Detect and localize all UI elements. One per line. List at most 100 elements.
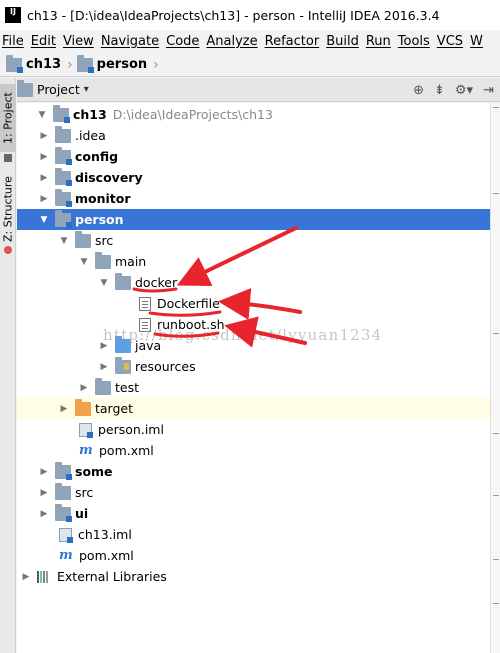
breadcrumb: ch13 › person › <box>0 53 500 77</box>
tree-item-root-pom[interactable]: m pom.xml <box>17 545 490 566</box>
module-file-icon <box>79 422 93 438</box>
menu-code[interactable]: Code <box>164 34 204 49</box>
folder-icon <box>55 125 71 143</box>
maven-icon: m <box>79 442 93 458</box>
gear-icon[interactable]: ⚙▾ <box>455 83 473 98</box>
expand-right-icon[interactable]: ▶ <box>39 488 49 498</box>
expand-right-icon[interactable]: ▶ <box>21 572 31 582</box>
tree-item-idea[interactable]: ▶ .idea <box>17 125 490 146</box>
tree-item-target[interactable]: ▶ target <box>17 398 490 419</box>
expand-right-icon[interactable]: ▶ <box>39 131 49 141</box>
menu-file[interactable]: File <box>0 34 29 49</box>
text-file-icon <box>139 296 151 311</box>
tree-item-label: Dockerfile <box>157 296 220 311</box>
hide-icon[interactable]: ⇥ <box>483 83 494 98</box>
expand-right-icon[interactable]: ▶ <box>99 341 109 351</box>
collapse-all-icon[interactable]: ⇟ <box>434 83 445 98</box>
expand-right-icon[interactable]: ▶ <box>39 194 49 204</box>
expand-right-icon[interactable]: ▶ <box>39 467 49 477</box>
project-tab-icon <box>4 154 12 162</box>
tree-item-label: src <box>75 485 94 500</box>
tree-item-java[interactable]: ▶ java <box>17 335 490 356</box>
structure-tab-icon <box>4 246 12 254</box>
folder-icon <box>75 230 91 248</box>
expand-down-icon[interactable]: ▼ <box>99 278 109 288</box>
module-folder-icon <box>55 503 72 522</box>
tree-item-src[interactable]: ▼ src <box>17 230 490 251</box>
panel-title[interactable]: Project <box>37 82 80 97</box>
tree-item-label: test <box>115 380 140 395</box>
tree-item-label: some <box>75 464 113 479</box>
tree-item-ch13-iml[interactable]: ch13.iml <box>17 524 490 545</box>
tree-item-label: person.iml <box>98 422 164 437</box>
menu-analyze[interactable]: Analyze <box>204 34 262 49</box>
expand-right-icon[interactable]: ▶ <box>39 509 49 519</box>
tree-item-runboot[interactable]: runboot.sh <box>17 314 490 335</box>
folder-icon <box>55 482 71 500</box>
tree-item-label: ch13.iml <box>78 527 132 542</box>
tree-item-dockerfile[interactable]: Dockerfile <box>17 293 490 314</box>
tab-structure[interactable]: Z: Structure <box>0 174 16 244</box>
expand-right-icon[interactable]: ▶ <box>79 383 89 393</box>
menu-vcs[interactable]: VCS <box>435 34 468 49</box>
expand-down-icon[interactable]: ▼ <box>39 215 49 225</box>
tab-project[interactable]: 1: Project <box>0 84 16 152</box>
breadcrumb-item-person[interactable]: person › <box>76 54 163 73</box>
vertical-scrollbar[interactable] <box>490 103 500 653</box>
expand-right-icon[interactable]: ▶ <box>39 173 49 183</box>
locate-icon[interactable]: ⊕ <box>413 83 424 98</box>
chevron-right-icon: › <box>153 56 159 73</box>
breadcrumb-label: person <box>96 57 148 72</box>
intellij-icon: IJ <box>5 7 21 23</box>
expand-down-icon[interactable]: ▼ <box>37 110 47 120</box>
tree-item-external-libraries[interactable]: ▶ External Libraries <box>17 566 490 587</box>
menu-view[interactable]: View <box>61 34 99 49</box>
expand-down-icon[interactable]: ▼ <box>59 236 69 246</box>
tree-item-label: config <box>75 149 119 164</box>
menu-run[interactable]: Run <box>364 34 396 49</box>
breadcrumb-item-ch13[interactable]: ch13 › <box>0 54 77 73</box>
expand-down-icon[interactable]: ▼ <box>79 257 89 267</box>
tree-item-main[interactable]: ▼ main <box>17 251 490 272</box>
tool-window-strip: 1: Project Z: Structure <box>0 78 16 653</box>
tree-item-label: pom.xml <box>79 548 134 563</box>
tree-item-person-pom[interactable]: m pom.xml <box>17 440 490 461</box>
tree-item-person-iml[interactable]: person.iml <box>17 419 490 440</box>
tree-item-person[interactable]: ▼ person <box>17 209 490 230</box>
expand-right-icon[interactable]: ▶ <box>39 152 49 162</box>
tree-item-label: pom.xml <box>99 443 154 458</box>
menu-window[interactable]: W <box>468 34 488 49</box>
text-file-icon <box>139 317 151 332</box>
tree-item-ui[interactable]: ▶ ui <box>17 503 490 524</box>
tree-item-resources[interactable]: ▶ resources <box>17 356 490 377</box>
tree-item-label: .idea <box>75 128 106 143</box>
tree-item-label: ui <box>75 506 89 521</box>
expand-right-icon[interactable]: ▶ <box>99 362 109 372</box>
tree-item-monitor[interactable]: ▶ monitor <box>17 188 490 209</box>
tree-item-some[interactable]: ▶ some <box>17 461 490 482</box>
tree-item-root-src[interactable]: ▶ src <box>17 482 490 503</box>
folder-icon <box>95 377 111 395</box>
chevron-down-icon[interactable]: ▾ <box>84 84 89 95</box>
module-file-icon <box>59 527 73 543</box>
tree-item-label: java <box>135 338 162 353</box>
menu-navigate[interactable]: Navigate <box>99 34 164 49</box>
tree-item-config[interactable]: ▶ config <box>17 146 490 167</box>
menu-refactor[interactable]: Refactor <box>263 34 325 49</box>
tree-item-ch13[interactable]: ▼ ch13 D:\idea\IdeaProjects\ch13 <box>17 104 490 125</box>
menu-edit[interactable]: Edit <box>29 34 61 49</box>
expand-right-icon[interactable]: ▶ <box>59 404 69 414</box>
tree-item-label: target <box>95 401 134 416</box>
folder-icon <box>95 251 111 269</box>
tree-item-test[interactable]: ▶ test <box>17 377 490 398</box>
tree-item-docker[interactable]: ▼ docker <box>17 272 490 293</box>
project-tree: ▼ ch13 D:\idea\IdeaProjects\ch13 ▶ .idea… <box>17 103 490 653</box>
project-panel-header: Project ▾ ⊕ ⇟ ⚙▾ ⇥ <box>17 78 500 102</box>
resources-folder-icon <box>115 356 131 374</box>
tree-item-label: runboot.sh <box>157 317 225 332</box>
module-folder-icon <box>55 188 72 207</box>
tree-item-label: resources <box>135 359 196 374</box>
menu-tools[interactable]: Tools <box>396 34 435 49</box>
tree-item-discovery[interactable]: ▶ discovery <box>17 167 490 188</box>
menu-build[interactable]: Build <box>324 34 364 49</box>
